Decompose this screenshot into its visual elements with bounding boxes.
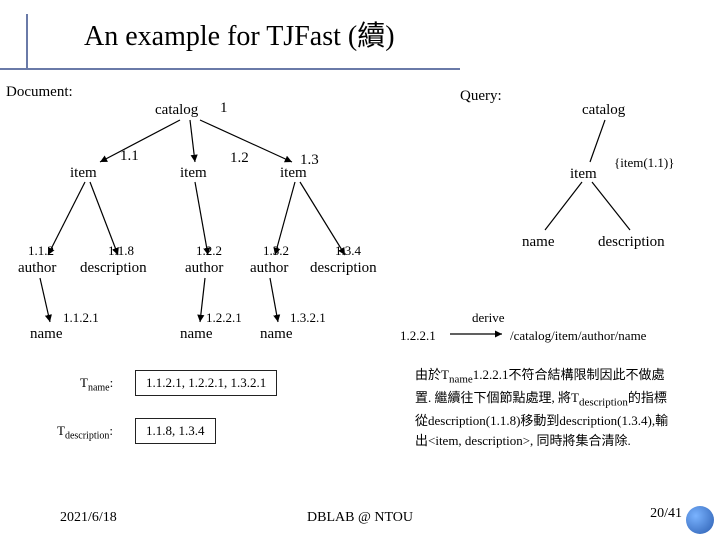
l4-2-id: 1.3.2.1 <box>290 310 326 326</box>
l3-1-id: 1.1.8 <box>108 243 134 259</box>
explanation-text: 由於Tname1.2.2.1不符合結構限制因此不做處置. 繼續往下個節點處理, … <box>415 365 675 450</box>
tdesc-label: Tdescription: <box>57 423 113 442</box>
tname-label: Tname: <box>80 375 113 394</box>
title-bar: An example for TJFast (續) <box>0 14 720 60</box>
q-leaf-name: name <box>522 234 554 251</box>
l3-2-id: 1.2.2 <box>196 243 222 259</box>
query-label: Query: <box>460 88 502 105</box>
doc-root-id: 1 <box>220 100 228 117</box>
doc-root-name: catalog <box>155 102 198 119</box>
derive-val: 1.2.2.1 <box>400 328 436 344</box>
q-item: item <box>570 166 597 183</box>
q-item-ann: {item(1.1)} <box>614 155 675 171</box>
l4-1-name: name <box>180 326 212 343</box>
footer-date: 2021/6/18 <box>60 510 117 526</box>
footer-page: 20/41 <box>650 506 682 522</box>
l3-3-id: 1.3.2 <box>263 243 289 259</box>
q-root: catalog <box>582 102 625 119</box>
l3-0-name: author <box>18 260 56 277</box>
doc-item1-name: item <box>70 165 97 182</box>
derive-label: derive <box>472 310 504 326</box>
footer-org: DBLAB @ NTOU <box>307 510 413 526</box>
l3-3-name: author <box>250 260 288 277</box>
l4-1-id: 1.2.2.1 <box>206 310 242 326</box>
derive-path: /catalog/item/author/name <box>510 328 646 344</box>
background-watermark-icon <box>4 478 58 532</box>
tdesc-values: 1.1.8, 1.3.4 <box>135 418 216 444</box>
doc-item1-id: 1.1 <box>120 148 139 165</box>
l4-0-name: name <box>30 326 62 343</box>
l3-1-name: description <box>80 260 147 277</box>
q-leaf-desc: description <box>598 234 665 251</box>
doc-item2-name: item <box>180 165 207 182</box>
slide-title: An example for TJFast (續) <box>84 14 720 54</box>
l4-0-id: 1.1.2.1 <box>63 310 99 326</box>
doc-item2-id: 1.2 <box>230 150 249 167</box>
l3-2-name: author <box>185 260 223 277</box>
l4-2-name: name <box>260 326 292 343</box>
l3-4-name: description <box>310 260 377 277</box>
l3-0-id: 1.1.2 <box>28 243 54 259</box>
l3-4-id: 1.3.4 <box>335 243 361 259</box>
tname-values: 1.1.2.1, 1.2.2.1, 1.3.2.1 <box>135 370 277 396</box>
globe-icon <box>686 506 714 534</box>
document-label: Document: <box>6 84 73 101</box>
doc-item3-name: item <box>280 165 307 182</box>
